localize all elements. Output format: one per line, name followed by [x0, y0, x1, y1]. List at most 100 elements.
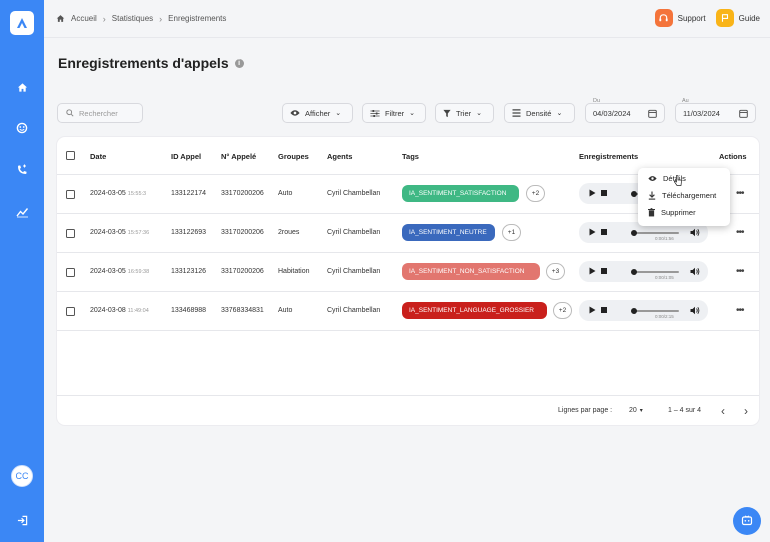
- audio-progress-knob[interactable]: [631, 269, 637, 275]
- column-agents[interactable]: Agents: [327, 152, 352, 161]
- row-time: 11:49:04: [127, 308, 149, 314]
- previous-page-icon[interactable]: ‹: [721, 404, 725, 418]
- rows-per-page-value: 20: [629, 407, 637, 414]
- sidebar-item-home[interactable]: [14, 79, 30, 95]
- chevron-down-icon: ⌄: [409, 110, 416, 117]
- column-groupes[interactable]: Groupes: [278, 152, 309, 161]
- logo-icon: [17, 18, 27, 28]
- row-actions-menu-icon[interactable]: •••: [736, 305, 744, 316]
- support-button[interactable]: Support: [654, 9, 706, 27]
- play-icon[interactable]: [589, 306, 596, 314]
- table-row[interactable]: 2024-03-08 11:49:04 133468988 3376833483…: [57, 292, 759, 331]
- calendar-icon[interactable]: [739, 109, 748, 118]
- audio-progress-track[interactable]: [633, 310, 679, 312]
- more-tags-chip[interactable]: +1: [502, 224, 521, 241]
- search-input[interactable]: Rechercher: [57, 103, 143, 123]
- trier-button[interactable]: Trier ⌄: [435, 103, 494, 123]
- row-time: 16:59:38: [127, 269, 150, 275]
- play-icon[interactable]: [589, 228, 596, 236]
- row-date-value: 2024-03-05: [90, 268, 126, 275]
- column-enregistrements[interactable]: Enregistrements: [579, 152, 638, 161]
- stop-icon[interactable]: [601, 268, 607, 274]
- phone-icon: [18, 164, 27, 174]
- audio-progress-track[interactable]: [633, 271, 679, 273]
- row-date-value: 2024-03-05: [90, 229, 126, 236]
- column-date[interactable]: Date: [90, 152, 106, 161]
- date-from-field[interactable]: 04/03/2024: [585, 103, 665, 123]
- select-all-checkbox[interactable]: [66, 151, 75, 160]
- column-numero-appele[interactable]: N° Appelé: [221, 152, 256, 161]
- audio-time: 0:00/2:15: [655, 314, 674, 319]
- tag-badge[interactable]: IA_SENTIMENT_NON_SATISFACTION: [402, 263, 540, 280]
- more-tags-chip[interactable]: +2: [553, 302, 572, 319]
- menu-download-label: Téléchargement: [662, 191, 717, 200]
- row-checkbox[interactable]: [66, 307, 75, 316]
- dashboard-icon: [16, 122, 28, 134]
- sidebar-item-statistics[interactable]: [14, 204, 30, 220]
- support-icon: [654, 9, 673, 27]
- row-groupe: Habitation: [278, 268, 310, 275]
- row-groupe: Auto: [278, 190, 293, 197]
- play-icon[interactable]: [589, 267, 596, 275]
- row-checkbox[interactable]: [66, 190, 75, 199]
- afficher-button[interactable]: Afficher ⌄: [282, 103, 353, 123]
- row-checkbox[interactable]: [66, 268, 75, 277]
- more-tags-chip[interactable]: +2: [526, 185, 545, 202]
- play-icon[interactable]: [589, 189, 596, 197]
- chevron-down-icon: ⌄: [556, 110, 563, 117]
- audio-player: 0:00/1:05: [579, 261, 708, 282]
- tag-badge[interactable]: IA_SENTIMENT_NEUTRE: [402, 224, 495, 241]
- tag-badge[interactable]: IA_SENTIMENT_SATISFACTION: [402, 185, 519, 202]
- more-tags-chip[interactable]: +3: [546, 263, 565, 280]
- guide-icon: [715, 9, 734, 27]
- row-checkbox[interactable]: [66, 229, 75, 238]
- rows-per-page-select[interactable]: 20 ▾: [629, 407, 643, 414]
- info-icon[interactable]: i: [234, 58, 244, 68]
- table-row[interactable]: 2024-03-05 16:59:38 133123126 3317020020…: [57, 253, 759, 292]
- volume-icon[interactable]: [690, 267, 700, 276]
- row-actions-menu-icon[interactable]: •••: [736, 266, 744, 277]
- row-date: 2024-03-08 11:49:04: [90, 307, 149, 314]
- audio-progress-knob[interactable]: [631, 230, 637, 236]
- stop-icon[interactable]: [601, 190, 607, 196]
- row-actions-menu-icon[interactable]: •••: [736, 227, 744, 238]
- sidebar: CC: [0, 0, 44, 542]
- next-page-icon[interactable]: ›: [744, 404, 748, 418]
- breadcrumb-statistiques[interactable]: Statistiques: [112, 14, 153, 23]
- row-groupe: Auto: [278, 307, 293, 314]
- audio-progress-knob[interactable]: [631, 308, 637, 314]
- filtrer-button[interactable]: Filtrer ⌄: [362, 103, 426, 123]
- chat-fab-button[interactable]: [733, 507, 761, 535]
- app-logo[interactable]: [10, 11, 34, 35]
- menu-item-download[interactable]: Téléchargement: [648, 191, 716, 200]
- breadcrumb-current: Enregistrements: [168, 14, 227, 23]
- sidebar-item-calls[interactable]: [14, 162, 30, 178]
- date-to-value: 11/03/2024: [683, 108, 720, 118]
- search-placeholder: Rechercher: [79, 108, 118, 118]
- calendar-icon[interactable]: [648, 109, 657, 118]
- row-date-value: 2024-03-08: [90, 307, 126, 314]
- column-id-appel[interactable]: ID Appel: [171, 152, 201, 161]
- sliders-icon: [370, 109, 380, 117]
- sidebar-item-dashboard[interactable]: [14, 120, 30, 136]
- user-avatar[interactable]: CC: [11, 465, 33, 487]
- volume-icon[interactable]: [690, 306, 700, 315]
- audio-progress-track[interactable]: [633, 232, 679, 234]
- densite-button[interactable]: Densité ⌄: [504, 103, 575, 123]
- download-icon: [648, 191, 656, 200]
- menu-delete-label: Supprimer: [661, 208, 696, 217]
- tag-badge[interactable]: IA_SENTIMENT_LANGUAGE_GROSSIER: [402, 302, 547, 319]
- row-numero: 33170200206: [221, 229, 264, 236]
- audio-progress-knob[interactable]: [631, 191, 637, 197]
- filter-icon: [443, 109, 451, 117]
- breadcrumb-home[interactable]: Accueil: [71, 14, 97, 23]
- menu-item-delete[interactable]: Supprimer: [648, 208, 696, 217]
- volume-icon[interactable]: [690, 228, 700, 237]
- column-tags[interactable]: Tags: [402, 152, 419, 161]
- date-to-field[interactable]: 11/03/2024: [675, 103, 756, 123]
- row-actions-menu-icon[interactable]: •••: [736, 188, 744, 199]
- stop-icon[interactable]: [601, 229, 607, 235]
- stop-icon[interactable]: [601, 307, 607, 313]
- sidebar-item-logout[interactable]: [14, 512, 30, 528]
- guide-button[interactable]: Guide: [715, 9, 760, 27]
